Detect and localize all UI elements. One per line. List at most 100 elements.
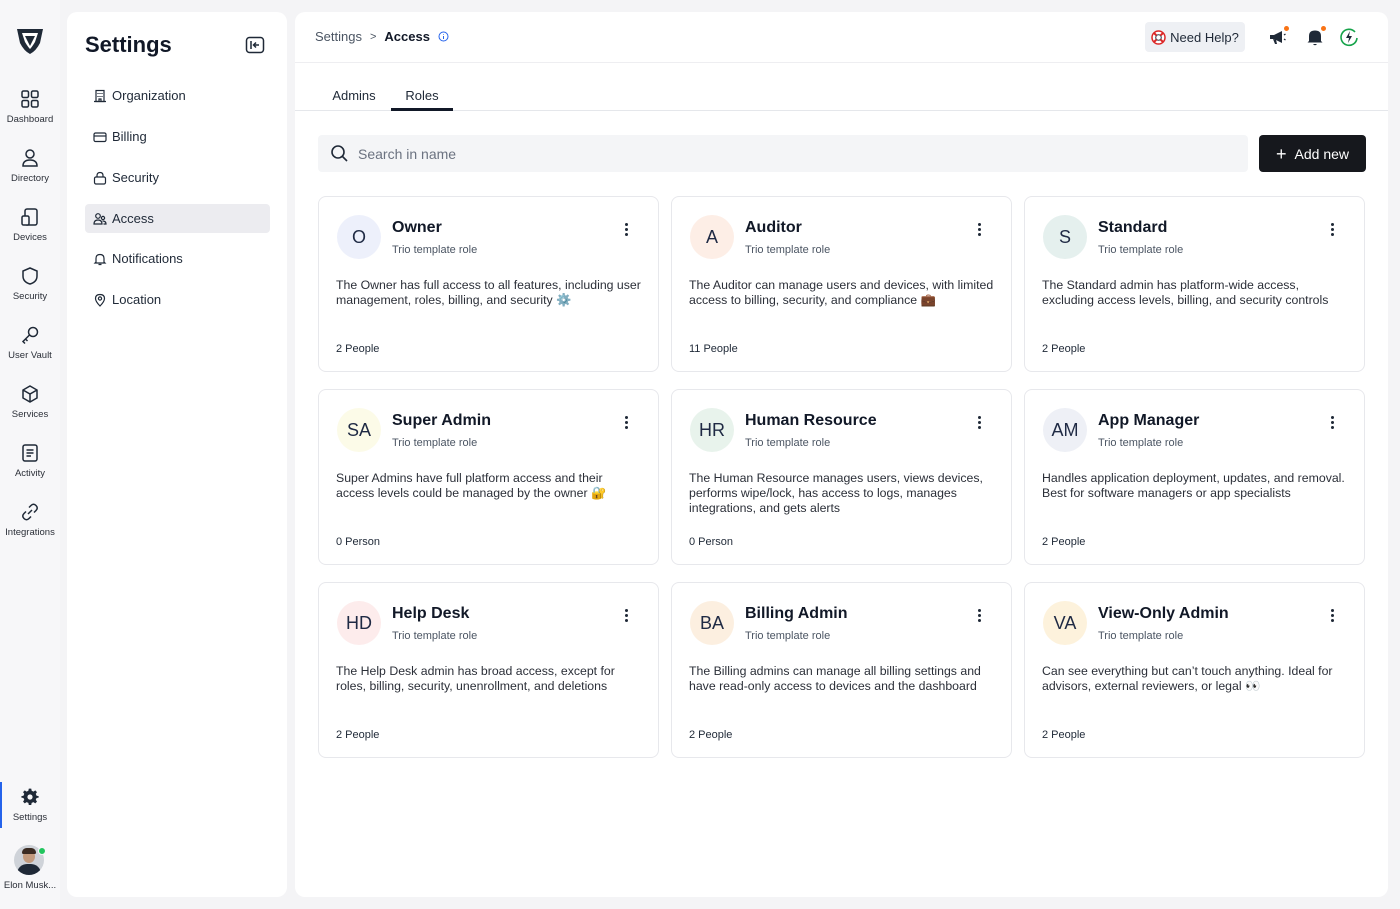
rail-item-integrations[interactable]: Integrations <box>0 501 60 557</box>
role-name: Super Admin <box>392 412 491 429</box>
tab-admins[interactable]: Admins <box>327 82 381 111</box>
role-people-count: 2 People <box>336 343 380 355</box>
more-options-icon[interactable] <box>1325 219 1339 239</box>
breadcrumb-separator-icon: > <box>369 30 377 43</box>
role-people-count: 0 Person <box>689 536 734 548</box>
role-subtitle: Trio template role <box>745 437 831 449</box>
announcements-button[interactable] <box>1267 26 1289 48</box>
menu-item-label: Location <box>112 292 162 307</box>
more-options-icon[interactable] <box>972 219 986 239</box>
rail-label: Directory <box>10 173 49 184</box>
role-subtitle: Trio template role <box>745 630 831 642</box>
shield-icon <box>22 267 38 285</box>
lock-icon <box>93 171 107 185</box>
role-subtitle: Trio template role <box>1098 630 1184 642</box>
plus-icon: + <box>1276 143 1287 164</box>
more-options-icon[interactable] <box>972 412 986 432</box>
notifications-button[interactable] <box>1304 26 1326 48</box>
rail-item-security[interactable]: Security <box>0 265 60 321</box>
role-description: The Human Resource manages users, views … <box>689 471 983 515</box>
user-icon <box>22 149 38 167</box>
more-options-icon[interactable] <box>1325 412 1339 432</box>
role-card-human-resource[interactable]: HR Human Resource Trio template role The… <box>671 389 1012 565</box>
role-initials-badge: VA <box>1043 601 1087 645</box>
role-card-standard[interactable]: S Standard Trio template role The Standa… <box>1024 196 1365 372</box>
role-description: The Standard admin has platform-wide acc… <box>1042 278 1329 307</box>
role-initials-badge: HR <box>690 408 734 452</box>
search-bar[interactable] <box>318 135 1248 172</box>
role-description: The Billing admins can manage all billin… <box>689 664 981 693</box>
online-status-dot <box>38 847 46 855</box>
more-options-icon[interactable] <box>972 605 986 625</box>
add-new-button[interactable]: + Add new <box>1259 135 1366 172</box>
menu-item-notifications[interactable]: Notifications <box>85 244 270 273</box>
info-icon[interactable] <box>438 31 449 42</box>
panel-title: Settings <box>85 32 172 57</box>
role-name: Help Desk <box>392 605 470 622</box>
more-options-icon[interactable] <box>619 605 633 625</box>
tab-bar: Admins Roles <box>295 82 1388 111</box>
more-options-icon[interactable] <box>1325 605 1339 625</box>
role-subtitle: Trio template role <box>1098 244 1184 256</box>
role-people-count: 2 People <box>1042 729 1086 741</box>
dashboard-icon <box>21 90 39 108</box>
menu-item-label: Billing <box>112 129 147 144</box>
role-subtitle: Trio template role <box>745 244 831 256</box>
role-name: Owner <box>392 219 442 236</box>
devices-icon <box>21 208 38 226</box>
rail-label: User Vault <box>8 350 52 361</box>
role-card-billing-admin[interactable]: BA Billing Admin Trio template role The … <box>671 582 1012 758</box>
menu-item-location[interactable]: Location <box>85 285 270 314</box>
trio-logo-icon[interactable] <box>14 24 46 56</box>
role-initials-badge: BA <box>690 601 734 645</box>
role-initials-badge: S <box>1043 215 1087 259</box>
role-card-app-manager[interactable]: AM App Manager Trio template role Handle… <box>1024 389 1365 565</box>
rail-label: Settings <box>12 812 48 823</box>
rail-item-settings[interactable]: Settings <box>0 782 60 842</box>
menu-item-billing[interactable]: Billing <box>85 122 270 151</box>
user-avatar[interactable] <box>14 845 46 877</box>
rail-item-services[interactable]: Services <box>0 383 60 439</box>
search-input[interactable] <box>358 145 1218 162</box>
quick-actions-button[interactable] <box>1338 26 1360 48</box>
menu-item-access[interactable]: Access <box>85 204 270 233</box>
rail-item-directory[interactable]: Directory <box>0 147 60 203</box>
role-people-count: 2 People <box>689 729 733 741</box>
role-description: The Owner has full access to all feature… <box>336 278 641 307</box>
more-options-icon[interactable] <box>619 219 633 239</box>
rail-item-user-vault[interactable]: User Vault <box>0 324 60 380</box>
lightning-refresh-icon <box>1340 28 1358 47</box>
rail-item-activity[interactable]: Activity <box>0 442 60 498</box>
role-card-view-only-admin[interactable]: VA View-Only Admin Trio template role Ca… <box>1024 582 1365 758</box>
rail-label: Dashboard <box>6 114 54 125</box>
app-rail: Dashboard Directory Devices Security Use… <box>0 0 60 909</box>
settings-panel: Settings Organization Billing Security A… <box>67 12 287 897</box>
menu-item-organization[interactable]: Organization <box>85 81 270 110</box>
role-description: Handles application deployment, updates,… <box>1042 471 1345 500</box>
gear-icon <box>21 788 39 806</box>
role-card-owner[interactable]: O Owner Trio template role The Owner has… <box>318 196 659 372</box>
add-new-label: Add new <box>1294 145 1349 162</box>
role-name: Standard <box>1098 219 1168 236</box>
role-card-help-desk[interactable]: HD Help Desk Trio template role The Help… <box>318 582 659 758</box>
role-card-super-admin[interactable]: SA Super Admin Trio template role Super … <box>318 389 659 565</box>
tab-roles[interactable]: Roles <box>391 82 453 111</box>
rail-item-dashboard[interactable]: Dashboard <box>0 88 60 144</box>
breadcrumb-access: Access <box>384 29 430 44</box>
rail-label: Security <box>12 291 48 302</box>
role-subtitle: Trio template role <box>1098 437 1184 449</box>
role-initials-badge: HD <box>337 601 381 645</box>
link-icon <box>22 503 38 521</box>
role-description: Super Admins have full platform access a… <box>336 471 607 500</box>
collapse-sidebar-icon[interactable] <box>245 36 265 54</box>
role-subtitle: Trio template role <box>392 630 478 642</box>
rail-item-devices[interactable]: Devices <box>0 206 60 262</box>
menu-item-security[interactable]: Security <box>85 163 270 192</box>
need-help-button[interactable]: Need Help? <box>1145 22 1245 52</box>
role-name: Human Resource <box>745 412 877 429</box>
role-people-count: 2 People <box>1042 536 1086 548</box>
role-card-auditor[interactable]: A Auditor Trio template role The Auditor… <box>671 196 1012 372</box>
more-options-icon[interactable] <box>619 412 633 432</box>
breadcrumb-settings[interactable]: Settings <box>315 29 362 44</box>
role-subtitle: Trio template role <box>392 437 478 449</box>
